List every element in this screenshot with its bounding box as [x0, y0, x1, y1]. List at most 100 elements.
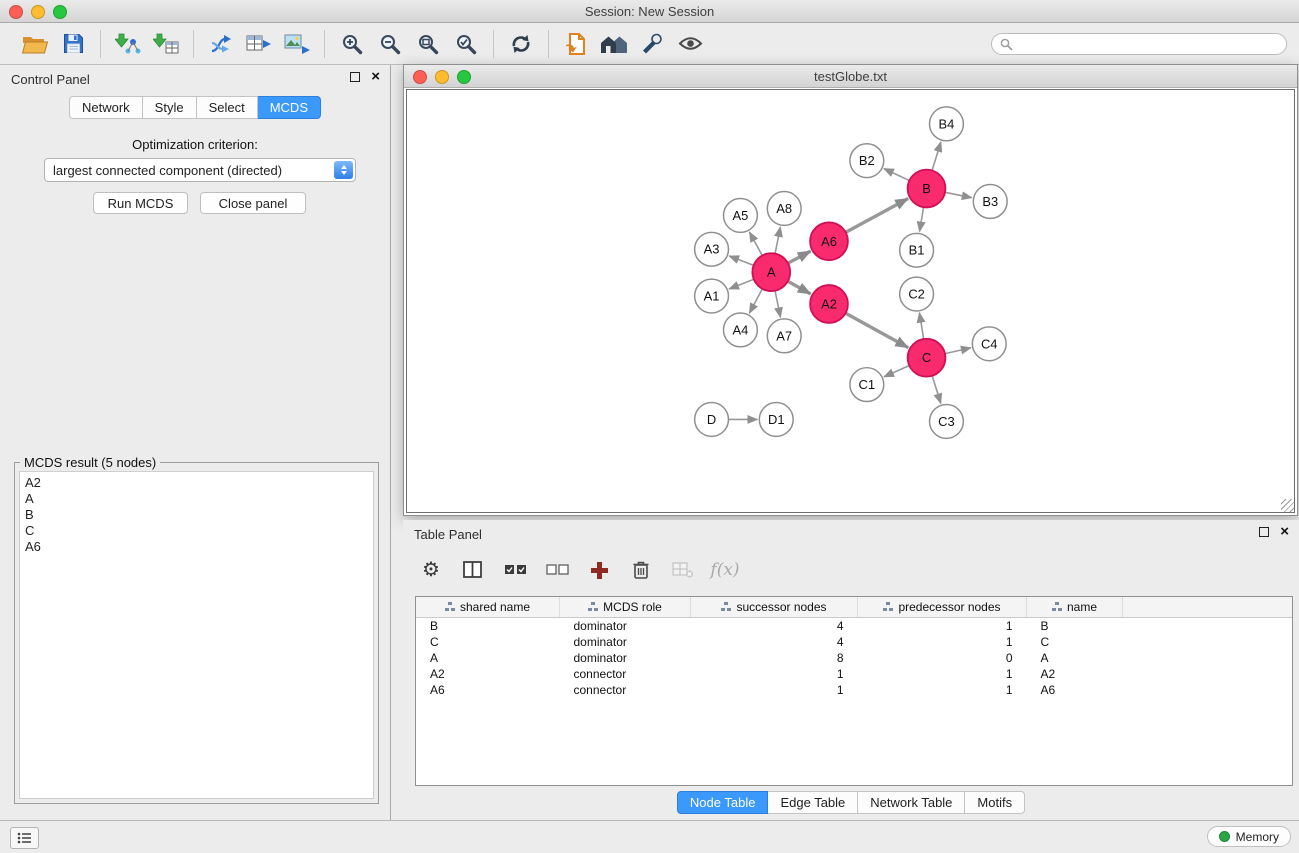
- graph-edge-A-A6[interactable]: [788, 251, 811, 263]
- show-hide-button[interactable]: [674, 28, 706, 60]
- delete-columns-button[interactable]: [625, 554, 657, 586]
- mcds-result-item[interactable]: A6: [25, 539, 368, 555]
- graph-node-C1[interactable]: C1: [850, 368, 884, 402]
- graph-node-A7[interactable]: A7: [767, 319, 801, 353]
- create-column-button[interactable]: [583, 554, 615, 586]
- mcds-result-item[interactable]: B: [25, 507, 368, 523]
- table-row[interactable]: A2connector11A2: [416, 666, 1292, 682]
- network-canvas[interactable]: B4B2BB3A5A8A6B1A3AC2A1A2A4A7C4CC1C3DD1: [406, 89, 1295, 513]
- import-network-button[interactable]: [112, 28, 144, 60]
- close-network-window-button[interactable]: [413, 70, 427, 84]
- graph-edge-A-A4[interactable]: [749, 289, 762, 313]
- graph-node-A4[interactable]: A4: [724, 313, 758, 347]
- column-header-predecessor-nodes[interactable]: predecessor nodes: [858, 597, 1027, 618]
- network-overview-button[interactable]: [598, 28, 630, 60]
- graph-edge-B-B3[interactable]: [945, 192, 972, 197]
- graph-node-C3[interactable]: C3: [930, 405, 964, 439]
- export-network-button[interactable]: [205, 28, 237, 60]
- graph-edge-C-C3[interactable]: [932, 376, 941, 404]
- deselect-all-rows-button[interactable]: [541, 554, 573, 586]
- graph-node-B4[interactable]: B4: [930, 107, 964, 141]
- minimize-network-window-button[interactable]: [435, 70, 449, 84]
- graph-edge-A-A8[interactable]: [775, 227, 780, 254]
- table-panel-header[interactable]: Table Panel ×: [403, 520, 1299, 546]
- column-header-shared-name[interactable]: shared name: [416, 597, 560, 618]
- graph-node-D1[interactable]: D1: [759, 403, 793, 437]
- run-mcds-button[interactable]: Run MCDS: [93, 192, 188, 214]
- float-panel-icon[interactable]: [350, 72, 360, 82]
- mcds-result-item[interactable]: A: [25, 491, 368, 507]
- show-columns-button[interactable]: [457, 554, 489, 586]
- graph-edge-B-B2[interactable]: [884, 169, 909, 181]
- table-row[interactable]: Bdominator41B: [416, 618, 1292, 635]
- table-tab-node-table[interactable]: Node Table: [677, 791, 769, 814]
- table-tab-motifs[interactable]: Motifs: [965, 791, 1025, 814]
- minimize-window-button[interactable]: [31, 5, 45, 19]
- graph-node-B2[interactable]: B2: [850, 144, 884, 178]
- zoom-fit-button[interactable]: [412, 28, 444, 60]
- mcds-result-item[interactable]: A2: [25, 475, 368, 491]
- control-tab-select[interactable]: Select: [197, 96, 258, 119]
- zoom-out-button[interactable]: [374, 28, 406, 60]
- graph-edge-B-B4[interactable]: [932, 142, 941, 170]
- graph-edge-A-A1[interactable]: [729, 279, 754, 289]
- window-resize-grip[interactable]: [1281, 499, 1294, 512]
- graph-edge-A-A3[interactable]: [729, 256, 753, 265]
- graph-edge-C-C4[interactable]: [945, 348, 971, 354]
- control-panel-header[interactable]: Control Panel ×: [0, 65, 390, 91]
- close-panel-icon[interactable]: ×: [371, 71, 380, 83]
- zoom-in-button[interactable]: [336, 28, 368, 60]
- mcds-result-item[interactable]: C: [25, 523, 368, 539]
- column-header-name[interactable]: name: [1027, 597, 1123, 618]
- table-row[interactable]: Adominator80A: [416, 650, 1292, 666]
- table-row[interactable]: Cdominator41C: [416, 634, 1292, 650]
- mcds-result-list[interactable]: A2ABCA6: [19, 471, 374, 799]
- graph-node-A[interactable]: A: [752, 253, 790, 291]
- table-tab-edge-table[interactable]: Edge Table: [768, 791, 858, 814]
- graph-node-C[interactable]: C: [908, 339, 946, 377]
- search-input[interactable]: [991, 33, 1287, 55]
- graph-edge-A-A5[interactable]: [749, 232, 762, 255]
- graph-edge-A-A2[interactable]: [788, 281, 811, 294]
- memory-button[interactable]: Memory: [1207, 826, 1291, 847]
- apply-layout-button[interactable]: [505, 28, 537, 60]
- select-all-rows-button[interactable]: [499, 554, 531, 586]
- graph-node-A5[interactable]: A5: [724, 198, 758, 232]
- graphics-details-button[interactable]: [636, 28, 668, 60]
- save-session-button[interactable]: [57, 28, 89, 60]
- graph-node-A3[interactable]: A3: [695, 232, 729, 266]
- graph-node-A1[interactable]: A1: [695, 279, 729, 313]
- graph-node-A6[interactable]: A6: [810, 222, 848, 260]
- column-header-successor-nodes[interactable]: successor nodes: [691, 597, 858, 618]
- criterion-dropdown[interactable]: largest connected component (directed): [44, 158, 356, 182]
- graph-edge-B-B1[interactable]: [920, 207, 924, 231]
- graph-node-B3[interactable]: B3: [973, 185, 1007, 219]
- control-tab-style[interactable]: Style: [143, 96, 197, 119]
- graph-node-D[interactable]: D: [695, 403, 729, 437]
- table-tab-network-table[interactable]: Network Table: [858, 791, 965, 814]
- export-image-button[interactable]: [281, 28, 313, 60]
- graph-edge-C-C2[interactable]: [919, 313, 923, 339]
- zoom-selected-button[interactable]: [450, 28, 482, 60]
- open-session-button[interactable]: [560, 28, 592, 60]
- open-file-button[interactable]: [19, 28, 51, 60]
- graph-node-A8[interactable]: A8: [767, 192, 801, 226]
- close-panel-button[interactable]: Close panel: [200, 192, 306, 214]
- app-titlebar[interactable]: Session: New Session: [0, 0, 1299, 23]
- graph-node-A2[interactable]: A2: [810, 285, 848, 323]
- table-row[interactable]: A6connector11A6: [416, 682, 1292, 698]
- table-mode-button[interactable]: ⚙: [415, 554, 447, 586]
- float-table-panel-icon[interactable]: [1259, 527, 1269, 537]
- graph-edge-A6-B[interactable]: [846, 198, 909, 232]
- show-panels-button[interactable]: [10, 827, 39, 849]
- control-tab-network[interactable]: Network: [69, 96, 143, 119]
- close-window-button[interactable]: [9, 5, 23, 19]
- network-window-titlebar[interactable]: testGlobe.txt: [404, 65, 1297, 88]
- graph-node-B1[interactable]: B1: [900, 233, 934, 267]
- graph-edge-C-C1[interactable]: [884, 365, 909, 376]
- import-table-button[interactable]: [150, 28, 182, 60]
- column-header-MCDS-role[interactable]: MCDS role: [560, 597, 691, 618]
- graph-node-C2[interactable]: C2: [900, 277, 934, 311]
- graph-edge-A-A7[interactable]: [775, 291, 780, 318]
- control-tab-mcds[interactable]: MCDS: [258, 96, 321, 119]
